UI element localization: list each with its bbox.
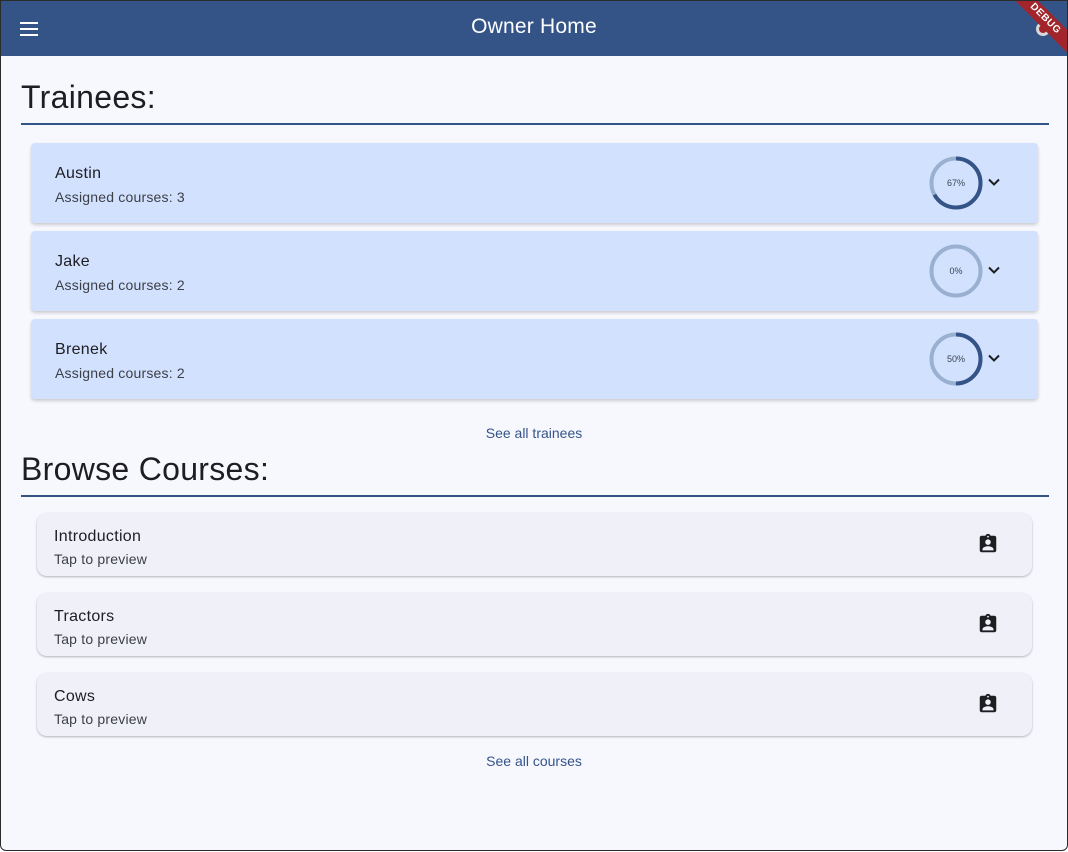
course-subtitle: Tap to preview: [54, 631, 148, 647]
course-subtitle: Tap to preview: [54, 711, 148, 727]
trainees-divider: [21, 123, 1049, 125]
progress-ring: 67%: [928, 155, 984, 211]
trainee-name: Brenek: [55, 341, 108, 358]
app-bar: Owner Home DEBUG: [1, 1, 1067, 59]
assignment-ind-icon: [979, 613, 997, 633]
courses-heading: Browse Courses:: [21, 451, 270, 487]
progress-ring: 0%: [928, 243, 984, 299]
course-name: Tractors: [54, 608, 115, 625]
course-name: Introduction: [54, 528, 142, 545]
course-card-cows[interactable]: Cows Tap to preview: [37, 673, 1032, 736]
trainee-card-jake[interactable]: Jake Assigned courses: 2 0%: [31, 231, 1038, 311]
assignment-ind-icon: [979, 533, 997, 553]
progress-label: 0%: [949, 266, 963, 276]
trainee-card-austin[interactable]: Austin Assigned courses: 3 67%: [31, 143, 1038, 223]
assignment-ind-icon: [979, 693, 997, 713]
app-window: Owner Home DEBUG Trainees: Austin Assign…: [0, 0, 1068, 851]
page-title: Owner Home: [471, 15, 597, 38]
course-name: Cows: [54, 688, 96, 705]
progress-label: 50%: [946, 354, 965, 364]
course-card-tractors[interactable]: Tractors Tap to preview: [37, 593, 1032, 656]
see-all-trainees-link[interactable]: See all trainees: [1, 425, 1067, 441]
trainee-name: Jake: [55, 253, 90, 270]
progress-ring: 50%: [928, 331, 984, 387]
trainee-assigned-courses: Assigned courses: 2: [55, 277, 185, 293]
trainees-heading: Trainees:: [21, 79, 156, 115]
see-all-courses-link[interactable]: See all courses: [1, 753, 1067, 769]
chevron-down-icon[interactable]: [984, 260, 1004, 280]
course-card-introduction[interactable]: Introduction Tap to preview: [37, 513, 1032, 576]
courses-divider: [21, 495, 1049, 497]
trainee-name: Austin: [55, 165, 102, 182]
progress-label: 67%: [946, 178, 965, 188]
course-subtitle: Tap to preview: [54, 551, 148, 567]
trainee-assigned-courses: Assigned courses: 3: [55, 189, 185, 205]
chevron-down-icon[interactable]: [984, 348, 1004, 368]
chevron-down-icon[interactable]: [984, 172, 1004, 192]
trainee-card-brenek[interactable]: Brenek Assigned courses: 2 50%: [31, 319, 1038, 399]
trainee-assigned-courses: Assigned courses: 2: [55, 365, 185, 381]
